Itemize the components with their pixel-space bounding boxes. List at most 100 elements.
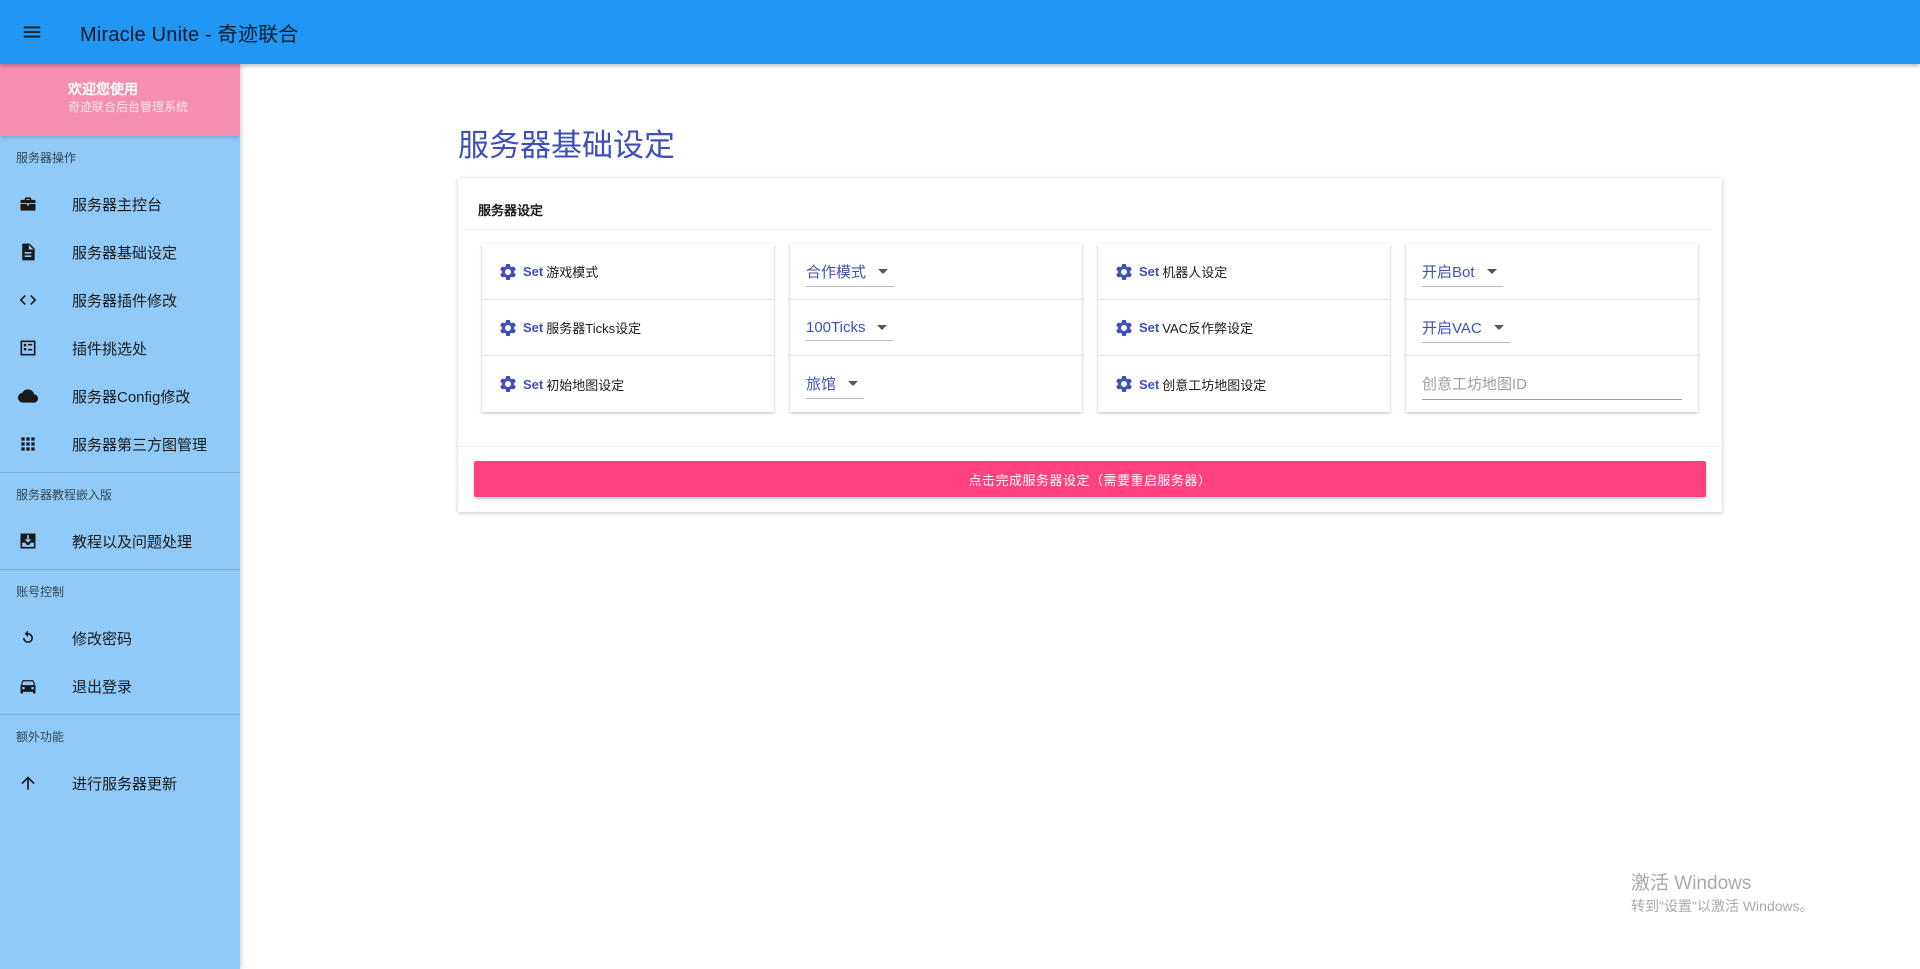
gear-icon — [500, 263, 516, 280]
sidebar-item-label: 修改密码 — [72, 630, 133, 648]
dropdown-arrow-icon — [877, 324, 888, 330]
section-title-account: 账号控制 — [16, 585, 65, 599]
game-mode-select[interactable]: 合作模式 — [806, 261, 895, 287]
set-keyword: Set — [1139, 264, 1160, 279]
set-keyword: Set — [523, 264, 544, 279]
sidebar-item-plugin-edit[interactable]: 服务器插件修改 — [0, 276, 240, 324]
select-value: 开启VAC — [1422, 319, 1482, 337]
briefcase-icon — [0, 194, 56, 214]
game-mode-cell: 合作模式 — [790, 244, 1082, 300]
welcome-title: 欢迎您使用 — [68, 81, 138, 97]
section-title-server-ops: 服务器操作 — [16, 151, 77, 165]
setting-label: 机器人设定 — [1162, 265, 1228, 280]
workshop-map-cell — [1406, 356, 1698, 412]
app-title: Miracle Unite - 奇迹联合 — [80, 23, 299, 46]
hamburger-icon — [23, 26, 41, 38]
arrow-up-icon — [0, 773, 56, 793]
gear-icon — [1116, 319, 1132, 336]
sidebar-item-logout[interactable]: 退出登录 — [0, 662, 240, 710]
setting-label: 创意工坊地图设定 — [1162, 377, 1267, 393]
setting-label-ticks: Set 服务器Ticks设定 — [482, 300, 774, 356]
gear-icon — [1116, 375, 1132, 392]
card-title: 服务器设定 — [466, 178, 1712, 230]
sidebar-item-label: 退出登录 — [72, 678, 133, 696]
apps-grid-icon — [0, 434, 56, 454]
setting-label-game-mode: Set 游戏模式 — [482, 244, 774, 300]
watermark-title: 激活 Windows — [1631, 873, 1752, 894]
ticks-cell: 100Ticks — [790, 300, 1082, 356]
dropdown-arrow-icon — [1493, 324, 1504, 330]
page-title: 服务器基础设定 — [458, 128, 675, 163]
bot-select[interactable]: 开启Bot — [1422, 261, 1503, 287]
sidebar-item-label: 服务器插件修改 — [72, 292, 178, 310]
welcome-subtitle: 奇迹联合后台管理系统 — [68, 100, 189, 114]
card-footer: 点击完成服务器设定（需要重启服务器） — [458, 446, 1722, 512]
sidebar-item-label: 进行服务器更新 — [72, 775, 178, 793]
sidebar-item-label: 服务器主控台 — [72, 196, 163, 214]
section-title-tutorial: 服务器教程嵌入版 — [16, 488, 113, 502]
setting-label: 初始地图设定 — [546, 377, 625, 393]
gear-icon — [500, 375, 516, 392]
sidebar-item-server-console[interactable]: 服务器主控台 — [0, 180, 240, 228]
setting-label: VAC反作弊设定 — [1162, 321, 1253, 336]
download-box-icon — [0, 531, 56, 551]
refresh-icon — [0, 628, 56, 648]
select-value: 旅馆 — [806, 376, 837, 393]
document-icon — [0, 242, 56, 262]
sidebar-item-label: 教程以及问题处理 — [72, 533, 193, 551]
sidebar-item-third-party-maps[interactable]: 服务器第三方图管理 — [0, 420, 240, 468]
set-keyword: Set — [1139, 320, 1160, 335]
sidebar-item-label: 服务器第三方图管理 — [72, 436, 208, 454]
sidebar-item-label: 插件挑选处 — [72, 340, 148, 358]
ticks-select[interactable]: 100Ticks — [806, 318, 894, 341]
code-icon — [0, 290, 56, 310]
setting-label: 游戏模式 — [546, 265, 599, 280]
gear-icon — [1116, 263, 1132, 280]
start-map-select[interactable]: 旅馆 — [806, 373, 865, 399]
sidebar-item-config-edit[interactable]: 服务器Config修改 — [0, 372, 240, 420]
left-labels-column: Set 游戏模式 Set 服务器Ticks设定 Set 初始地图设定 — [482, 244, 774, 412]
setting-label: 服务器Ticks设定 — [546, 321, 642, 336]
set-keyword: Set — [1139, 376, 1160, 392]
sidebar-item-plugin-picker[interactable]: 插件挑选处 — [0, 324, 240, 372]
select-value: 100Ticks — [806, 318, 866, 336]
setting-label-workshop-map: Set 创意工坊地图设定 — [1098, 356, 1390, 412]
welcome-banner: 欢迎您使用 奇迹联合后台管理系统 — [0, 64, 240, 136]
set-keyword: Set — [523, 376, 544, 392]
dropdown-arrow-icon — [848, 381, 859, 386]
section-title-extra: 额外功能 — [16, 730, 65, 744]
bot-cell: 开启Bot — [1406, 244, 1698, 300]
right-labels-column: Set 机器人设定 Set VAC反作弊设定 Set 创意工坊地图设定 — [1098, 244, 1390, 412]
app-bar: Miracle Unite - 奇迹联合 — [0, 0, 1920, 64]
menu-button[interactable] — [0, 0, 64, 64]
cloud-icon — [0, 386, 56, 406]
setting-label-start-map: Set 初始地图设定 — [482, 356, 774, 412]
select-value: 合作模式 — [806, 263, 867, 281]
car-icon — [0, 676, 56, 696]
main-content: 服务器基础设定 服务器设定 Set 游戏模式 Set 服务器Ticks设定 Se… — [240, 64, 1920, 969]
right-values-column: 开启Bot 开启VAC — [1406, 244, 1698, 412]
sidebar-item-tutorial[interactable]: 教程以及问题处理 — [0, 517, 240, 565]
start-map-cell: 旅馆 — [790, 356, 1082, 412]
workshop-map-id-input[interactable] — [1422, 372, 1682, 400]
sidebar-item-basic-settings[interactable]: 服务器基础设定 — [0, 228, 240, 276]
setting-label-bot: Set 机器人设定 — [1098, 244, 1390, 300]
submit-settings-button[interactable]: 点击完成服务器设定（需要重启服务器） — [474, 461, 1706, 497]
gear-icon — [500, 319, 516, 336]
sidebar-item-label: 服务器基础设定 — [72, 244, 178, 262]
list-box-icon — [0, 338, 56, 358]
sidebar-item-label: 服务器Config修改 — [72, 388, 191, 406]
dropdown-arrow-icon — [878, 268, 889, 274]
set-keyword: Set — [523, 320, 544, 335]
vac-cell: 开启VAC — [1406, 300, 1698, 356]
sidebar: 欢迎您使用 奇迹联合后台管理系统 服务器操作 服务器主控台 服务器基础设定 服务… — [0, 64, 240, 969]
vac-select[interactable]: 开启VAC — [1422, 317, 1510, 343]
left-values-column: 合作模式 100Ticks 旅馆 — [790, 244, 1082, 412]
select-value: 开启Bot — [1422, 263, 1475, 281]
watermark-subtitle: 转到"设置"以激活 Windows。 — [1631, 898, 1814, 914]
dropdown-arrow-icon — [1486, 268, 1497, 274]
sidebar-item-change-password[interactable]: 修改密码 — [0, 614, 240, 662]
setting-label-vac: Set VAC反作弊设定 — [1098, 300, 1390, 356]
settings-card: 服务器设定 Set 游戏模式 Set 服务器Ticks设定 Set 初始地图设定 — [458, 178, 1722, 512]
sidebar-item-server-update[interactable]: 进行服务器更新 — [0, 759, 240, 807]
